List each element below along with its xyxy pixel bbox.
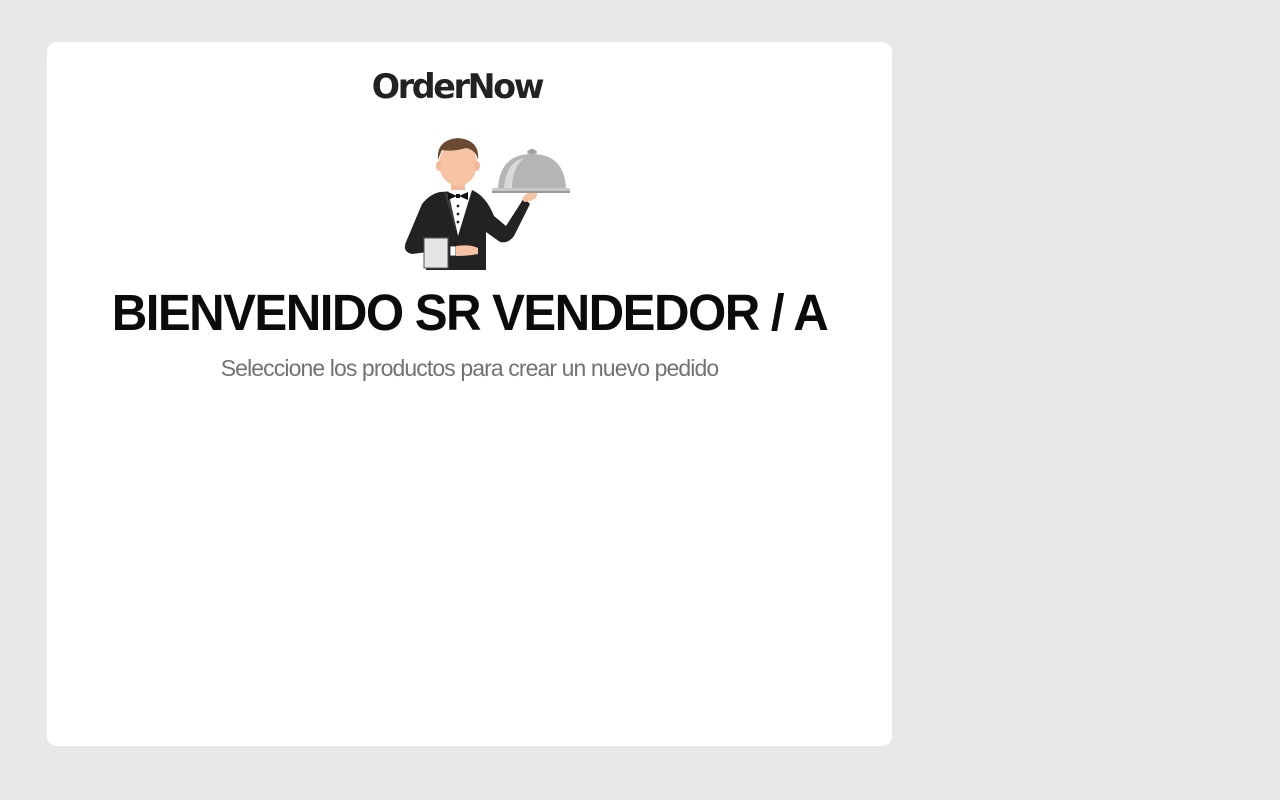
welcome-title: BIENVENIDO SR VENDEDOR / A [111,284,829,341]
welcome-card: OrderNow BIENVENIDO SR VENDEDOR / A Sele… [47,42,892,746]
welcome-subtitle: Seleccione los productos para crear un n… [220,355,719,381]
brand-name: OrderNow [371,67,545,107]
waiter-with-cloche-icon [404,138,570,270]
brand-logo: OrderNow [369,67,545,107]
